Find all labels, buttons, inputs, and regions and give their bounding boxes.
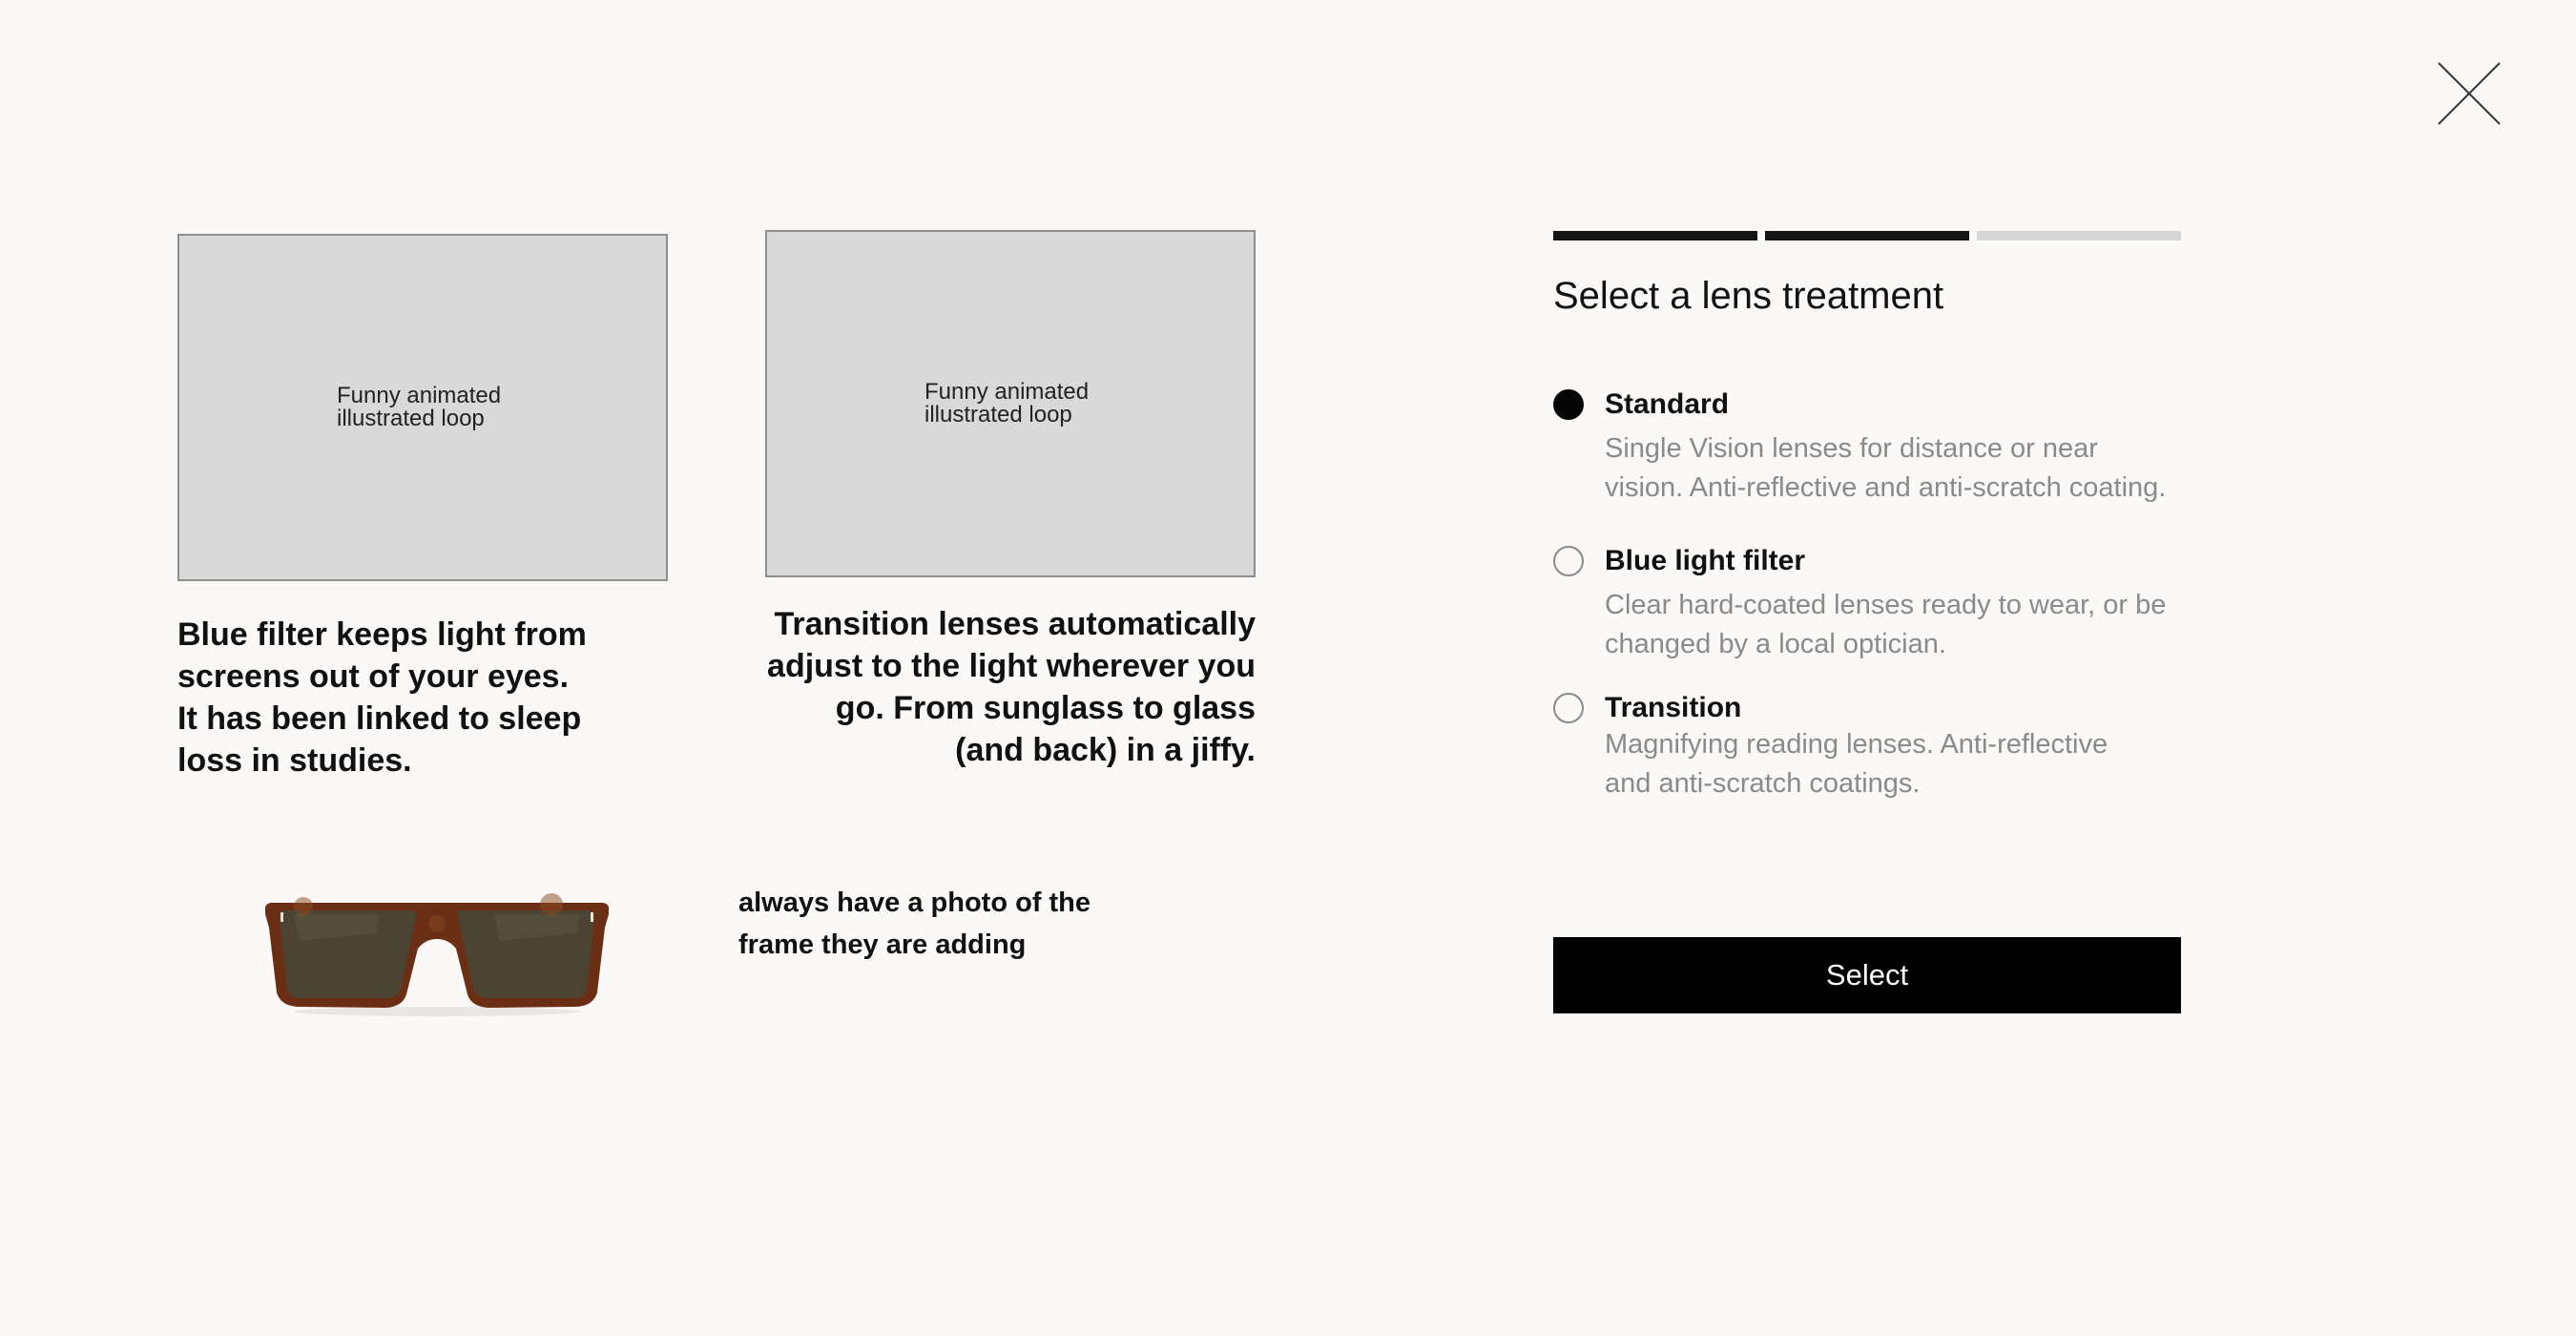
option-label: Standard: [1605, 388, 1730, 420]
option-description: Clear hard-coated lenses ready to wear, …: [1605, 590, 2167, 659]
option-description: Single Vision lenses for distance or nea…: [1605, 433, 2167, 503]
frame-photo-note: always have a photo of the frame they ar…: [738, 887, 1091, 960]
radio-transition[interactable]: [1553, 693, 1584, 723]
option-description: Magnifying reading lenses. Anti-reflecti…: [1605, 729, 2109, 799]
progress-step-1: [1553, 231, 1757, 240]
caption-transition: Transition lenses automatically adjust t…: [767, 606, 1256, 768]
progress-step-3: [1977, 231, 2181, 240]
option-label: Blue light filter: [1605, 545, 1805, 576]
select-button[interactable]: Select: [1553, 937, 2181, 1013]
sunglasses-image: [265, 893, 609, 1016]
close-icon: [2438, 62, 2501, 125]
close-button[interactable]: [2435, 59, 2503, 128]
option-label: Transition: [1605, 692, 1742, 723]
frame-photo: [265, 886, 609, 1019]
step-progress: [1553, 231, 2181, 240]
caption-blue-filter: Blue filter keeps light from screens out…: [177, 616, 587, 779]
panel-title: Select a lens treatment: [1553, 275, 1944, 317]
placeholder-text: Funny animated illustrated loop: [924, 379, 1090, 428]
placeholder-text: Funny animated illustrated loop: [337, 383, 502, 431]
radio-blue-light-filter[interactable]: [1553, 546, 1584, 576]
progress-step-2: [1765, 231, 1969, 240]
animation-placeholder-blue-filter: Funny animated illustrated loop: [177, 234, 668, 581]
radio-standard[interactable]: [1553, 389, 1584, 420]
animation-placeholder-transition: Funny animated illustrated loop: [765, 230, 1256, 577]
